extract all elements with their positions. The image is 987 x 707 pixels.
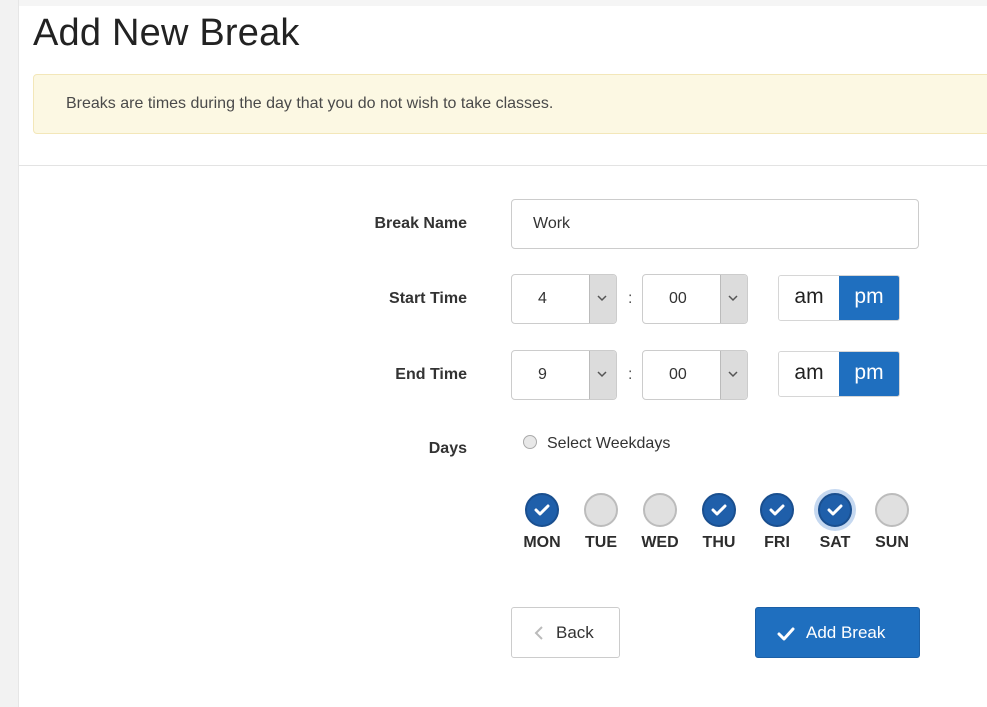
day-checkbox-circle[interactable]: [702, 493, 736, 527]
back-button-label: Back: [556, 623, 594, 642]
day-label: TUE: [585, 534, 617, 551]
top-strip: [19, 0, 987, 6]
start-pm-button[interactable]: pm: [839, 276, 899, 320]
day-label: SUN: [875, 534, 909, 551]
day-checkbox-circle[interactable]: [760, 493, 794, 527]
day-label: THU: [702, 534, 736, 551]
end-hour-select[interactable]: 9: [511, 350, 617, 400]
start-minute-select[interactable]: 00: [642, 274, 748, 324]
day-label: MON: [523, 534, 561, 551]
chevron-down-icon: [589, 275, 616, 323]
start-am-button[interactable]: am: [779, 276, 839, 320]
end-minute-value: 00: [669, 366, 687, 383]
section-divider: [19, 165, 987, 166]
start-minute-value: 00: [669, 290, 687, 307]
checkmark-icon: [534, 504, 550, 516]
checkmark-icon: [777, 626, 795, 646]
radio-button[interactable]: [523, 435, 537, 449]
start-time-separator: :: [628, 290, 633, 307]
day-checkbox-circle[interactable]: [818, 493, 852, 527]
select-weekdays-label: Select Weekdays: [547, 435, 671, 452]
day-checkbox-sun[interactable]: SUN: [867, 493, 917, 552]
checkmark-icon: [827, 504, 843, 516]
checkmark-icon: [711, 504, 727, 516]
end-time-label: End Time: [395, 366, 467, 383]
day-checkbox-circle[interactable]: [525, 493, 559, 527]
end-ampm-toggle: am pm: [778, 351, 900, 397]
start-ampm-toggle: am pm: [778, 275, 900, 321]
checkmark-icon: [769, 504, 785, 516]
end-minute-select[interactable]: 00: [642, 350, 748, 400]
day-checkbox-circle[interactable]: [875, 493, 909, 527]
chevron-left-icon: [534, 625, 544, 646]
day-checkbox-tue[interactable]: TUE: [576, 493, 626, 552]
add-break-button[interactable]: Add Break: [755, 607, 920, 658]
day-label: FRI: [764, 534, 790, 551]
day-label: WED: [641, 534, 679, 551]
days-label: Days: [428, 440, 467, 457]
break-name-label: Break Name: [374, 215, 468, 232]
select-weekdays-option[interactable]: Select Weekdays: [523, 435, 670, 453]
day-checkbox-mon[interactable]: MON: [517, 493, 567, 552]
end-am-button[interactable]: am: [779, 352, 839, 396]
day-checkbox-wed[interactable]: WED: [635, 493, 685, 552]
start-hour-select[interactable]: 4: [511, 274, 617, 324]
start-time-label: Start Time: [389, 290, 467, 307]
day-checkbox-fri[interactable]: FRI: [752, 493, 802, 552]
chevron-down-icon: [720, 275, 747, 323]
back-button[interactable]: Back: [511, 607, 620, 658]
info-notice-text: Breaks are times during the day that you…: [66, 95, 554, 112]
add-break-button-label: Add Break: [806, 623, 886, 642]
start-hour-value: 4: [538, 290, 547, 307]
end-time-separator: :: [628, 366, 633, 383]
page-title: Add New Break: [33, 12, 300, 54]
end-hour-value: 9: [538, 366, 547, 383]
day-checkbox-circle[interactable]: [584, 493, 618, 527]
day-label: SAT: [819, 534, 851, 551]
day-checkbox-thu[interactable]: THU: [694, 493, 744, 552]
info-notice: Breaks are times during the day that you…: [33, 74, 987, 134]
day-checkbox-sat[interactable]: SAT: [810, 493, 860, 552]
chevron-down-icon: [720, 351, 747, 399]
day-checkbox-circle[interactable]: [643, 493, 677, 527]
break-name-input[interactable]: [511, 199, 919, 249]
chevron-down-icon: [589, 351, 616, 399]
end-pm-button[interactable]: pm: [839, 352, 899, 396]
